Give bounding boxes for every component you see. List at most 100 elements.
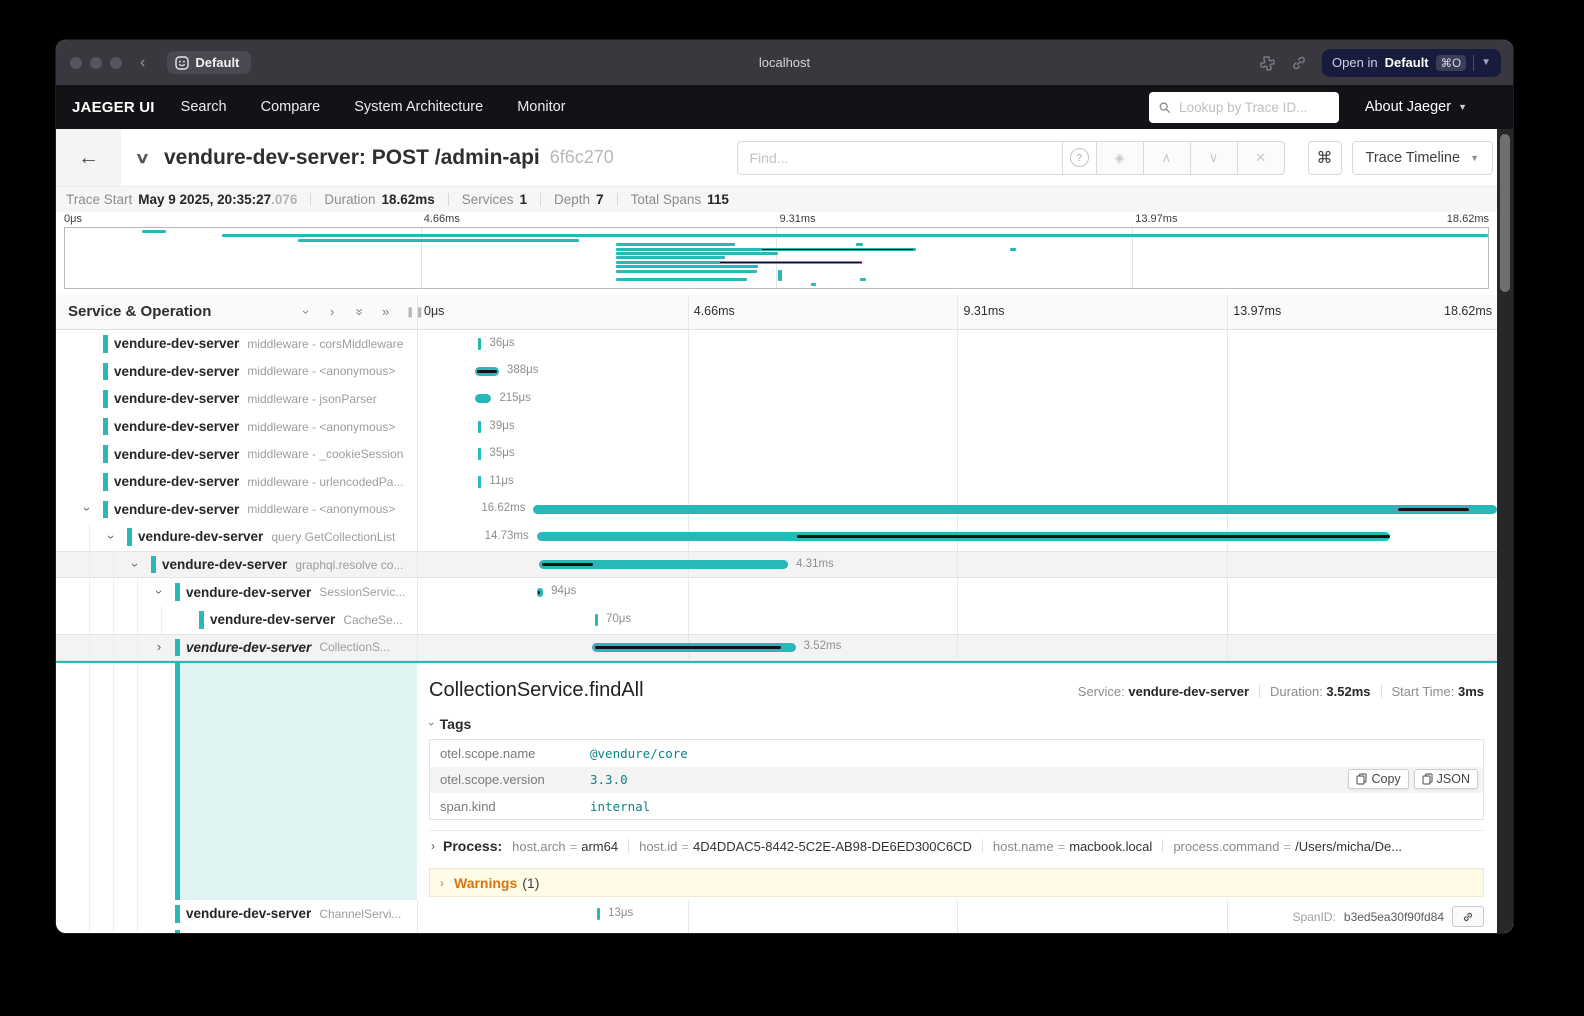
span-row[interactable]: vendure-dev-servermiddleware - corsMiddl… xyxy=(56,330,1497,358)
span-name-cell[interactable]: ›vendure-dev-servergraphql.resolve co... xyxy=(56,551,417,579)
open-in-default-button[interactable]: Open in Default ⌘O ▼ xyxy=(1322,49,1501,77)
span-name-cell[interactable]: vendure-dev-servermiddleware - _cookieSe… xyxy=(56,440,417,468)
span-row[interactable]: ›vendure-dev-servermiddleware - <anonymo… xyxy=(56,496,1497,524)
span-timeline-cell[interactable]: 36μs xyxy=(417,330,1497,358)
nav-item-compare[interactable]: Compare xyxy=(261,99,321,115)
trace-id-search[interactable] xyxy=(1149,92,1339,123)
previous-match-button[interactable]: ∧ xyxy=(1143,141,1191,175)
span-bar[interactable] xyxy=(478,476,481,488)
span-timeline-cell[interactable]: 215μs xyxy=(417,385,1497,413)
collapse-children-icon[interactable]: › xyxy=(151,586,167,598)
find-help-button[interactable]: ? xyxy=(1062,141,1097,175)
span-row[interactable]: vendure-dev-serverChannelServi...13μs xyxy=(56,900,1497,928)
span-timeline-cell[interactable]: 4.31ms xyxy=(417,551,1497,579)
span-row[interactable]: vendure-dev-serverCacheSe...70μs xyxy=(56,606,1497,634)
collapse-trace-chevron-icon[interactable]: ∨ xyxy=(135,149,150,167)
find-input[interactable] xyxy=(737,141,1063,175)
span-name-cell[interactable]: vendure-dev-servermiddleware - jsonParse… xyxy=(56,385,417,413)
span-row[interactable]: vendure-dev-servermiddleware - <anonymou… xyxy=(56,358,1497,386)
span-timeline-cell[interactable]: 16.62ms xyxy=(417,496,1497,524)
span-row[interactable]: ›vendure-dev-servergraphql.resolve co...… xyxy=(56,551,1497,579)
browser-tab[interactable]: Default xyxy=(167,51,251,74)
span-bar[interactable] xyxy=(478,448,481,460)
span-timeline-cell[interactable]: 14.73ms xyxy=(417,523,1497,551)
chevron-down-icon[interactable]: ▼ xyxy=(1481,57,1491,68)
span-bar[interactable] xyxy=(478,421,481,433)
span-name-cell[interactable]: vendure-dev-servermiddleware - <anonymou… xyxy=(56,413,417,441)
nav-item-search[interactable]: Search xyxy=(181,99,227,115)
copy-link-icon[interactable] xyxy=(1290,54,1308,72)
extensions-puzzle-icon[interactable] xyxy=(1258,54,1276,72)
span-timeline-cell[interactable]: 70μs xyxy=(417,606,1497,634)
clear-find-button[interactable]: ✕ xyxy=(1237,141,1285,175)
tags-accordion[interactable]: › Tags xyxy=(429,716,1484,732)
tag-row[interactable]: otel.scope.version3.3.0 xyxy=(430,767,1483,793)
expand-one-icon[interactable]: › xyxy=(330,304,334,320)
span-timeline-cell[interactable]: 13μs xyxy=(417,900,1497,928)
span-timeline-cell[interactable]: 35μs xyxy=(417,440,1497,468)
trace-id-search-input[interactable] xyxy=(1177,99,1329,116)
collapse-one-icon[interactable]: › xyxy=(298,310,314,314)
span-name-cell[interactable]: vendure-dev-servermiddleware - corsMiddl… xyxy=(56,330,417,358)
minimize-window-button[interactable] xyxy=(90,57,102,69)
collapse-all-icon[interactable]: » xyxy=(352,308,368,315)
scrollbar-thumb[interactable] xyxy=(1500,134,1510,292)
span-timeline-cell[interactable]: 3.52ms xyxy=(417,634,1497,662)
summary-label: Trace Start xyxy=(66,192,132,207)
span-bar[interactable] xyxy=(478,338,481,350)
about-jaeger-menu[interactable]: About Jaeger ▼ xyxy=(1365,99,1467,115)
vertical-scrollbar[interactable] xyxy=(1497,129,1513,933)
span-bar[interactable] xyxy=(595,614,598,626)
span-timeline-cell[interactable]: 388μs xyxy=(417,358,1497,386)
span-name-cell[interactable]: ›vendure-dev-serverCollectionS... xyxy=(56,634,417,662)
span-name-cell[interactable]: ›vendure-dev-serverquery GetCollectionLi… xyxy=(56,523,417,551)
tag-row[interactable]: otel.scope.name@vendure/core xyxy=(430,740,1483,766)
process-accordion[interactable]: › Process: host.arch=arm64host.id=4D4DDA… xyxy=(429,830,1484,861)
span-name-cell[interactable]: ›vendure-dev-serverSessionServic... xyxy=(56,578,417,606)
nav-item-monitor[interactable]: Monitor xyxy=(517,99,565,115)
collapse-children-icon[interactable]: › xyxy=(127,559,143,571)
close-window-button[interactable] xyxy=(70,57,82,69)
jaeger-logo[interactable]: JAEGER UI xyxy=(72,99,155,116)
span-timeline-cell[interactable]: 94μs xyxy=(417,578,1497,606)
back-button[interactable]: ← xyxy=(56,129,121,186)
span-name-cell[interactable]: vendure-dev-servermiddleware - <anonymou… xyxy=(56,358,417,386)
span-bar[interactable] xyxy=(597,908,600,920)
next-match-button[interactable]: ∨ xyxy=(1190,141,1238,175)
collapse-children-icon[interactable]: › xyxy=(103,531,119,543)
process-attribute: host.name=macbook.local xyxy=(993,839,1152,854)
json-button[interactable]: JSON xyxy=(1414,769,1478,789)
expand-all-icon[interactable]: » xyxy=(382,304,389,320)
zoom-window-button[interactable] xyxy=(110,57,122,69)
span-name-cell[interactable]: vendure-dev-servermiddleware - urlencode… xyxy=(56,468,417,496)
expand-children-icon[interactable]: › xyxy=(153,639,165,655)
span-bar[interactable] xyxy=(475,394,491,403)
keyboard-shortcuts-button[interactable]: ⌘ xyxy=(1308,141,1342,175)
copy-button[interactable]: Copy xyxy=(1348,769,1408,789)
span-duration-label: 39μs xyxy=(489,420,514,432)
span-name-cell[interactable]: ›vendure-dev-servermiddleware - <anonymo… xyxy=(56,496,417,524)
nav-item-system-architecture[interactable]: System Architecture xyxy=(354,99,483,115)
span-row[interactable]: vendure-dev-servermiddleware - jsonParse… xyxy=(56,385,1497,413)
span-row[interactable]: vendure-dev-servermiddleware - urlencode… xyxy=(56,468,1497,496)
service-name: vendure-dev-server xyxy=(114,419,239,434)
browser-back-icon[interactable]: ‹ xyxy=(140,55,145,71)
tag-row[interactable]: span.kindinternal xyxy=(430,793,1483,819)
span-row[interactable]: vendure-dev-servermiddleware - _cookieSe… xyxy=(56,440,1497,468)
warnings-accordion[interactable]: › Warnings (1) xyxy=(429,868,1484,897)
trace-view-selector[interactable]: Trace Timeline ▼ xyxy=(1352,141,1493,175)
focus-match-button[interactable]: ◈ xyxy=(1096,141,1144,175)
trace-minimap[interactable] xyxy=(64,227,1489,289)
span-bar[interactable] xyxy=(533,505,1497,514)
span-row[interactable]: ›vendure-dev-serverCollectionS...3.52ms xyxy=(56,634,1497,662)
span-timeline-cell[interactable]: 39μs xyxy=(417,413,1497,441)
span-name-cell[interactable]: vendure-dev-serverCacheSe... xyxy=(56,606,417,634)
span-name-cell[interactable]: vendure-dev-serverChannelServi... xyxy=(56,900,417,928)
tree-guide-line xyxy=(137,634,138,662)
span-row[interactable]: ›vendure-dev-serverSessionServic...94μs xyxy=(56,578,1497,606)
span-timeline-cell[interactable]: 11μs xyxy=(417,468,1497,496)
span-row[interactable]: vendure-dev-servermiddleware - <anonymou… xyxy=(56,413,1497,441)
collapse-children-icon[interactable]: › xyxy=(79,503,95,515)
span-rows: vendure-dev-servermiddleware - corsMiddl… xyxy=(56,330,1497,661)
span-row[interactable]: ›vendure-dev-serverquery GetCollectionLi… xyxy=(56,523,1497,551)
